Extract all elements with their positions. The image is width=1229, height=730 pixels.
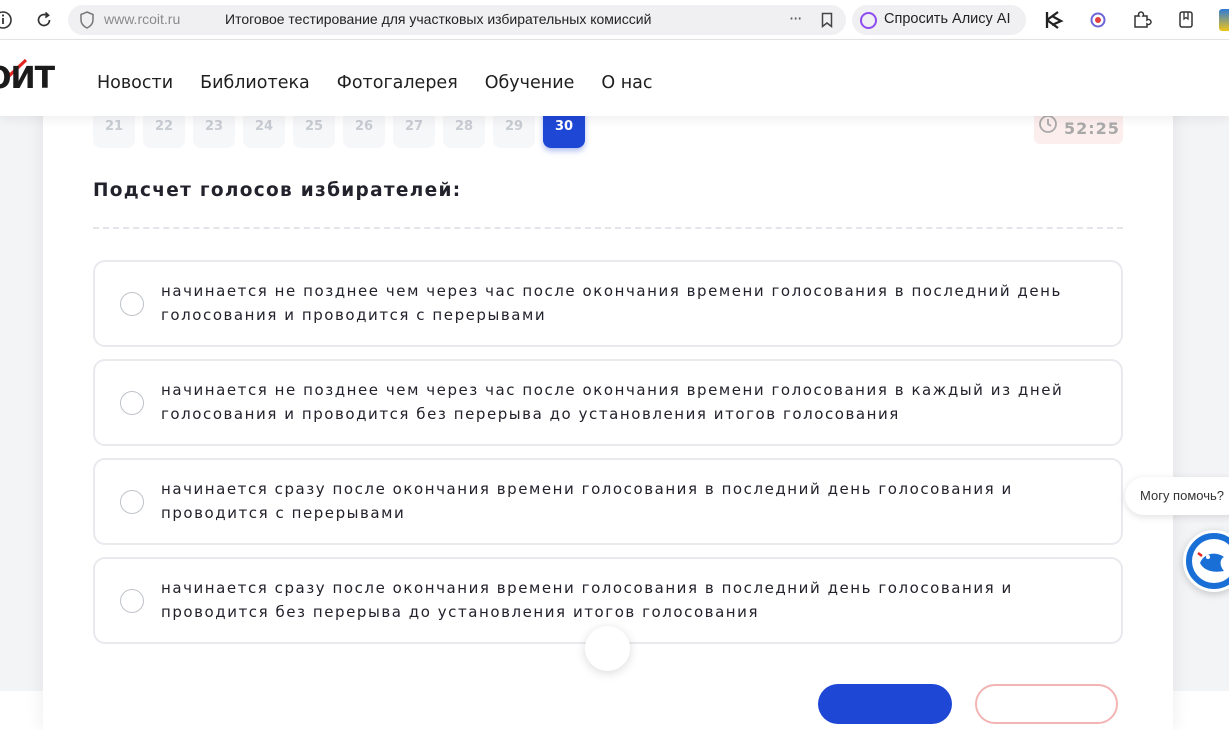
- shield-icon: [80, 11, 94, 29]
- profile-avatar[interactable]: [1219, 9, 1229, 31]
- collections-icon[interactable]: [1175, 9, 1197, 31]
- answer-option[interactable]: начинается не позднее чем через час посл…: [93, 260, 1123, 347]
- answer-option[interactable]: начинается не позднее чем через час посл…: [93, 359, 1123, 446]
- assistant-help-bubble[interactable]: Могу помочь?: [1125, 477, 1229, 515]
- alice-icon: [860, 12, 877, 29]
- scroll-indicator[interactable]: [585, 626, 630, 671]
- answer-radio[interactable]: [120, 589, 144, 613]
- answer-text: начинается сразу после окончания времени…: [161, 579, 1013, 621]
- assistant-help-text: Могу помочь?: [1140, 488, 1224, 503]
- puzzle-icon[interactable]: [1131, 9, 1153, 31]
- question-title: Подсчет голосов избирателей:: [93, 180, 462, 201]
- browser-toolbar: www.rcoit.ru Итоговое тестирование для у…: [0, 0, 1229, 40]
- answer-text: начинается не позднее чем через час посл…: [161, 282, 1062, 324]
- answer-radio[interactable]: [120, 391, 144, 415]
- answer-text: начинается сразу после окончания времени…: [161, 480, 1013, 522]
- extension-k-icon[interactable]: [1043, 9, 1065, 31]
- next-button[interactable]: [818, 684, 952, 724]
- nav-news[interactable]: Новости: [97, 73, 173, 93]
- reload-icon[interactable]: [33, 9, 55, 31]
- ask-alice-button[interactable]: Спросить Алису AI: [852, 5, 1026, 35]
- nav-library[interactable]: Библиотека: [200, 73, 310, 93]
- nav-gallery[interactable]: Фотогалерея: [337, 73, 458, 93]
- bookmark-icon[interactable]: [819, 12, 835, 29]
- main-nav: Новости Библиотека Фотогалерея Обучение …: [97, 73, 652, 93]
- address-bar[interactable]: www.rcoit.ru Итоговое тестирование для у…: [68, 5, 846, 35]
- extension-circle-icon[interactable]: [1087, 9, 1109, 31]
- answer-option[interactable]: начинается сразу после окончания времени…: [93, 458, 1123, 545]
- nav-about[interactable]: О нас: [601, 73, 652, 93]
- info-icon[interactable]: [0, 9, 14, 31]
- address-page-title: Итоговое тестирование для участковых изб…: [225, 11, 652, 27]
- answer-text: начинается не позднее чем через час посл…: [161, 381, 1064, 423]
- clock-icon: [1039, 115, 1057, 133]
- answer-radio[interactable]: [120, 490, 144, 514]
- answer-radio[interactable]: [120, 292, 144, 316]
- site-header: ОИТ Новости Библиотека Фотогалерея Обуче…: [0, 40, 1229, 116]
- question-divider: [93, 227, 1123, 229]
- site-logo[interactable]: ОИТ: [0, 61, 55, 96]
- finish-button[interactable]: [975, 684, 1118, 724]
- ask-alice-label: Спросить Алису AI: [884, 11, 1011, 27]
- nav-learning[interactable]: Обучение: [485, 73, 575, 93]
- address-domain: www.rcoit.ru: [104, 11, 181, 27]
- timer-value: 52:25: [1064, 119, 1120, 138]
- more-menu-button[interactable]: ···: [789, 9, 802, 28]
